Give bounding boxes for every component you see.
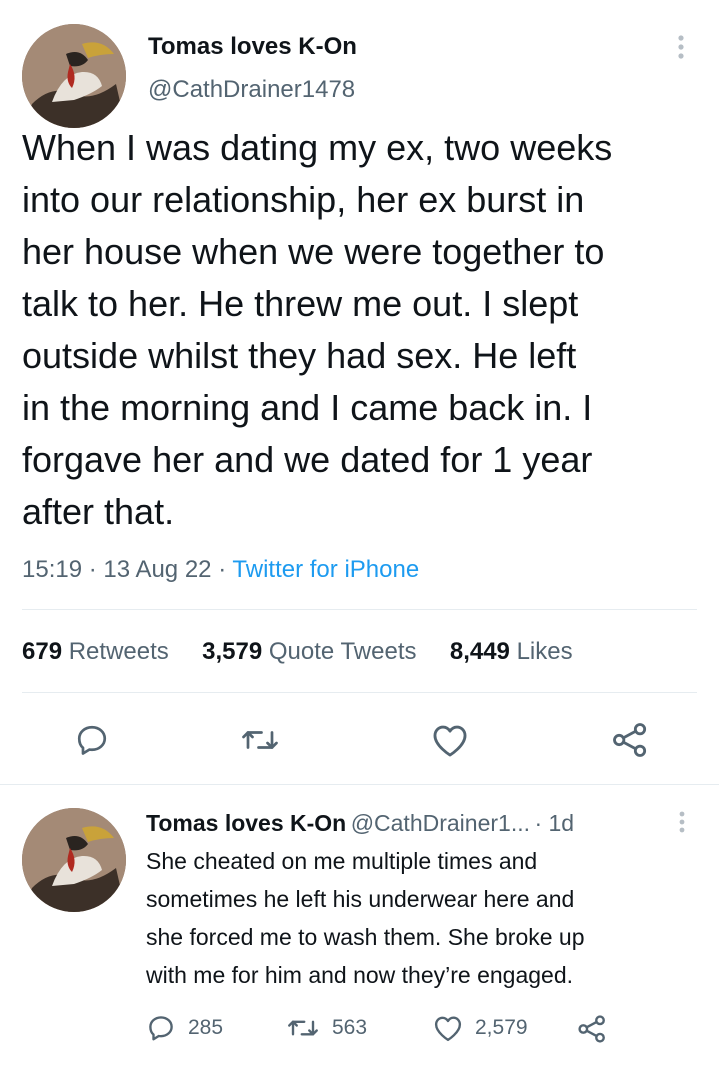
tweet-source-link[interactable]: Twitter for iPhone bbox=[232, 556, 419, 583]
tweet-text-line: outside whilst they had sex. He left bbox=[22, 335, 577, 376]
more-options-icon[interactable] bbox=[676, 34, 686, 60]
divider bbox=[22, 692, 697, 693]
quotes-stat[interactable]: 3,579 Quote Tweets bbox=[202, 638, 416, 665]
retweets-label: Retweets bbox=[68, 638, 169, 665]
tweet-text-line: When I was dating my ex, two weeks bbox=[22, 127, 613, 168]
reply-text-line: sometimes he left his underwear here and bbox=[146, 886, 575, 912]
reply-text-line: she forced me to wash them. She broke up bbox=[146, 924, 585, 950]
tweet-text-line: talk to her. He threw me out. I slept bbox=[22, 283, 579, 324]
reply-text-line: with me for him and now they’re engaged. bbox=[146, 962, 574, 988]
separator-dot: · bbox=[88, 556, 104, 583]
like-icon[interactable] bbox=[431, 722, 469, 758]
reply-count: 285 bbox=[188, 1016, 224, 1039]
retweet-icon bbox=[288, 1020, 318, 1036]
separator-dot: · bbox=[218, 556, 233, 583]
retweets-stat[interactable]: 679 Retweets bbox=[22, 638, 169, 665]
share-icon[interactable] bbox=[610, 720, 650, 760]
painting-avatar-icon bbox=[22, 808, 126, 912]
reply-text: She cheated on me multiple times and som… bbox=[146, 842, 706, 994]
reply-icon bbox=[149, 1016, 173, 1041]
quotes-count: 3,579 bbox=[202, 638, 263, 665]
reply-reply-action[interactable]: 285 bbox=[146, 1013, 223, 1043]
likes-label: Likes bbox=[516, 638, 573, 665]
reply-author-handle[interactable]: @CathDrainer1... bbox=[351, 810, 530, 836]
tweet-text-line: after that. bbox=[22, 491, 175, 532]
reply-text-line: She cheated on me multiple times and bbox=[146, 848, 538, 874]
divider bbox=[0, 784, 719, 785]
likes-stat[interactable]: 8,449 Likes bbox=[450, 638, 573, 665]
tweet-text-line: in the morning and I came back in. I bbox=[22, 387, 593, 428]
divider bbox=[22, 609, 697, 610]
quotes-label: Quote Tweets bbox=[268, 638, 417, 665]
tweet-date[interactable]: 13 Aug 22 bbox=[103, 556, 211, 583]
engagement-stats: 679 Retweets 3,579 Quote Tweets 8,449 Li… bbox=[22, 638, 573, 666]
tweet-text: When I was dating my ex, two weeks into … bbox=[22, 122, 702, 538]
separator-dot: · bbox=[534, 810, 549, 836]
author-name[interactable]: Tomas loves K-On bbox=[148, 33, 357, 61]
like-count: 2,579 bbox=[475, 1016, 528, 1039]
reply-author-name[interactable]: Tomas loves K-On bbox=[146, 810, 346, 836]
author-avatar[interactable] bbox=[22, 24, 126, 128]
tweet-text-line: forgave her and we dated for 1 year bbox=[22, 439, 593, 480]
tweet-text-line: into our relationship, her ex burst in bbox=[22, 179, 585, 220]
author-handle[interactable]: @CathDrainer1478 bbox=[148, 76, 355, 104]
retweets-count: 679 bbox=[22, 638, 63, 665]
painting-avatar-icon bbox=[22, 24, 126, 128]
reply-icon[interactable] bbox=[74, 722, 110, 758]
share-icon[interactable] bbox=[576, 1013, 608, 1045]
reply-header: Tomas loves K-On @CathDrainer1... · 1d bbox=[146, 810, 574, 837]
retweet-count: 563 bbox=[332, 1016, 368, 1039]
tweet-meta: 15:19 · 13 Aug 22 · Twitter for iPhone bbox=[22, 556, 419, 584]
reply-age[interactable]: 1d bbox=[549, 810, 575, 836]
reply-more-options-icon[interactable] bbox=[677, 810, 687, 834]
reply-like-action[interactable]: 2,579 bbox=[433, 1013, 528, 1043]
like-icon bbox=[434, 1016, 462, 1042]
retweet-icon[interactable] bbox=[240, 722, 280, 758]
reply-author-avatar[interactable] bbox=[22, 808, 126, 912]
tweet-text-line: her house when we were together to bbox=[22, 231, 605, 272]
likes-count: 8,449 bbox=[449, 638, 510, 665]
tweet-time[interactable]: 15:19 bbox=[22, 556, 82, 583]
reply-retweet-action[interactable]: 563 bbox=[286, 1013, 367, 1043]
